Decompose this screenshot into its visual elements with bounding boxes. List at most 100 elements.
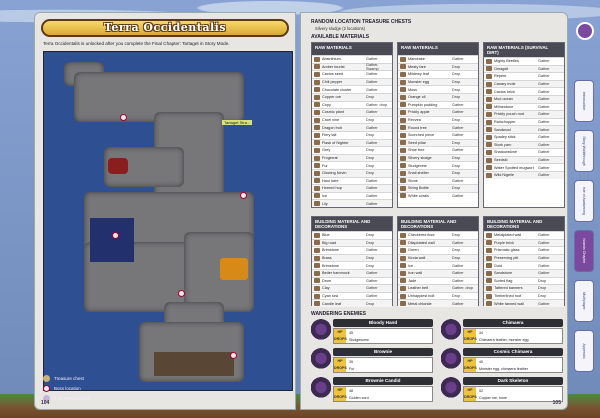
material-source: Drop [452, 80, 461, 85]
material-source: Gather [452, 133, 464, 138]
map-location-flag: Tartaget Stra... [222, 120, 253, 125]
material-name: Lily [322, 201, 328, 206]
tab-islands-chapter[interactable]: Islands Chapter [574, 230, 594, 272]
material-icon [400, 56, 406, 62]
material-source: Gather [538, 142, 550, 147]
material-source: Gather [538, 301, 550, 306]
material-icon [314, 94, 320, 100]
table-row: Fur Drop [312, 161, 392, 169]
material-source: Gather [538, 271, 550, 276]
material-icon [486, 142, 492, 148]
material-source: Gather [366, 278, 378, 283]
material-source: Gather [452, 102, 464, 107]
material-name: Tattered banners [494, 286, 523, 291]
table-row: Orange oil Drop [398, 92, 478, 101]
enemy-stats: HP 45 DROPS Sludgesome [333, 328, 433, 344]
table-row: Flask of Nighter Gather [312, 138, 392, 147]
side-tabs: Introduction Story Walkthrough Isle of A… [572, 20, 596, 400]
raw-materials-table: RAW MATERIALS Absinthium Gather Amber touri… [311, 42, 393, 208]
material-source: Gather [366, 248, 378, 253]
enemy-portrait [311, 377, 331, 403]
table-row: Blue Drop [312, 231, 392, 239]
table-row: Revvea Drop [398, 115, 478, 124]
material-name: Cyan sea [322, 294, 339, 299]
material-icon [400, 87, 406, 93]
material-source: Gather [538, 104, 550, 109]
tab-label: Multiplayer [582, 292, 586, 310]
table-row: Clay Gather [312, 284, 392, 292]
boss-location-marker [120, 114, 127, 121]
table-row: Sorted flag Drop [484, 276, 564, 285]
material-icon [486, 89, 492, 95]
enemy-portrait [441, 377, 461, 403]
material-name: Mighty Beetles [494, 59, 519, 64]
material-name: Mud ocean [494, 97, 513, 102]
material-icon [400, 79, 406, 85]
material-name: Monster egg [408, 80, 430, 85]
table-row: Meaty fare Drop [398, 62, 478, 71]
material-name: Timberlined roof [494, 294, 522, 299]
tab-introduction[interactable]: Introduction [574, 80, 594, 122]
material-name: Stork yarn [494, 142, 512, 147]
material-source: Gather [452, 125, 464, 130]
material-icon [314, 71, 320, 77]
table-row: Chili pepper Gather [312, 77, 392, 86]
materials-title: AVAILABLE MATERIALS [311, 34, 370, 40]
material-name: Amber tourist [322, 64, 345, 69]
material-source: Gather [538, 150, 550, 155]
material-icon [314, 87, 320, 93]
material-icon [400, 71, 406, 77]
material-name: Meaty fare [408, 64, 426, 69]
material-source: Gather [538, 135, 550, 140]
material-name: Pumpkin pudding [408, 102, 438, 107]
material-icon [314, 102, 320, 108]
table-row: Canary mole Gather [484, 79, 564, 88]
material-icon [400, 117, 406, 123]
book-spread: Terra Occidentalis Terra Occidentalis is… [0, 0, 600, 418]
random-chests-title: RANDOM LOCATION TREASURE CHESTS [311, 19, 412, 25]
legend-label: Treasure chest [54, 375, 84, 381]
table-row: White tanned wall Gather [484, 299, 564, 307]
material-source: Gather [366, 294, 378, 299]
material-source: Drop [452, 248, 461, 253]
page-number: 105 [552, 400, 561, 406]
boss-location-marker [112, 232, 119, 239]
material-name: Jade [408, 278, 417, 283]
map-dirt [154, 352, 234, 376]
material-name: Silvery sludge [408, 156, 432, 161]
material-icon [314, 79, 320, 85]
material-source: Drop [452, 118, 461, 123]
table-row: Sludgevine Drop [398, 161, 478, 169]
enemy-card: Chimaera HP 34 DROPS Chimaera feather, monst… [441, 319, 563, 345]
material-icon [400, 147, 406, 153]
material-icon [314, 270, 320, 276]
material-icon [486, 134, 492, 140]
table-row: Haul hare Gather [312, 176, 392, 185]
material-icon [400, 140, 406, 146]
tab-label: Isle of Awakening [582, 187, 586, 215]
stat-label: DROPS [334, 394, 347, 401]
raw-materials-table: RAW MATERIALS Mandrake Gather Meaty fare Dro… [397, 42, 479, 208]
tab-appendix[interactable]: Appendix [574, 330, 594, 372]
table-row: Horned hop Gather [312, 184, 392, 192]
material-name: Brimstone [322, 263, 340, 268]
enemy-card: Brownie HP 35 DROPS Fur [311, 348, 433, 374]
material-source: Gather [538, 127, 550, 132]
material-icon [400, 170, 406, 176]
tab-story-walkthrough[interactable]: Story Walkthrough [574, 130, 594, 172]
material-source: Gather, drop [452, 286, 474, 291]
right-page: RANDOM LOCATION TREASURE CHESTS Silvery … [300, 12, 568, 410]
material-name: Drum [322, 278, 332, 283]
material-icon [400, 102, 406, 108]
material-icon [486, 240, 492, 246]
table-row: Rainchopper Gather [484, 117, 564, 126]
material-name: Mildewy leaf [408, 72, 429, 77]
material-name: Glowing Nevin [322, 171, 347, 176]
tab-isle-of-awakening[interactable]: Isle of Awakening [574, 180, 594, 222]
material-name: Copy [322, 102, 331, 107]
tab-multiplayer[interactable]: Multiplayer [574, 280, 594, 322]
material-name: Mandrake [408, 57, 425, 62]
page-title: Terra Occidentalis [41, 19, 289, 37]
table-row: Ice Gather [312, 191, 392, 200]
material-source: Gather [452, 148, 464, 153]
